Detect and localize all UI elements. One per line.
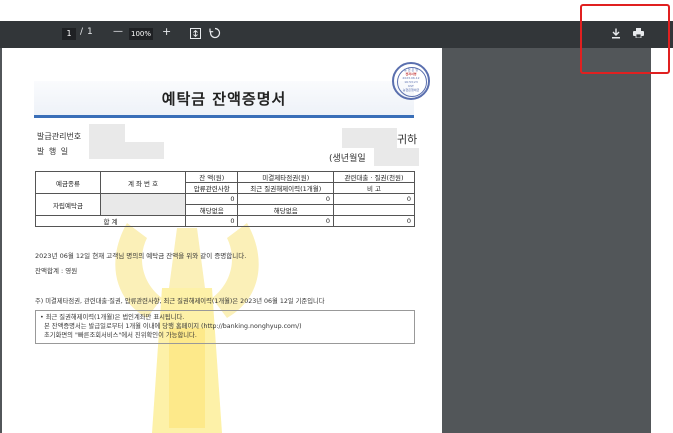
seal-line: 농협은행예금 — [402, 88, 420, 92]
issue-no-label: 발급관리번호 — [37, 132, 82, 141]
footnote-text: 주) 미결제타점권, 관련대출·질권, 압류관련사항, 최근 질권해제이력(1개… — [35, 298, 325, 305]
table-cell: 0 — [184, 215, 239, 227]
table-header: 압류관련사항 — [184, 182, 239, 194]
table-header: 관련대출 · 질권(천원) — [333, 171, 415, 183]
table-cell: 0 — [333, 193, 415, 205]
statement-text: 2023년 06월 12일 현재 고객님 명의의 예탁금 잔액을 위와 같이 증… — [35, 252, 247, 260]
page-number-input[interactable]: 1 — [62, 28, 76, 40]
table-cell: 0 — [333, 215, 415, 227]
table-cell: 0 — [184, 193, 239, 205]
redacted-block — [342, 128, 397, 148]
top-margin — [0, 0, 673, 21]
table-cell: 자립예탁금 — [35, 193, 101, 216]
redacted-block — [374, 148, 419, 166]
table-cell — [333, 204, 415, 216]
zoom-input[interactable]: 100% — [129, 28, 153, 40]
table-header: 최근 질권해제이력(1개월) — [237, 182, 335, 194]
page-separator: / — [80, 27, 84, 37]
table-row: 자립예탁금 0 0 0 — [35, 193, 415, 216]
issue-date-label: 발 행 일 — [37, 147, 70, 156]
zoom-in-button[interactable]: + — [162, 25, 171, 38]
page-total: 1 — [87, 27, 93, 37]
title-banner: 예탁금 잔액증명서 — [34, 81, 414, 118]
table-cell: 0 — [237, 193, 335, 205]
right-margin — [651, 48, 673, 433]
bank-seal: 농 협 은 행 전자서명 2023.06.12 16:53:23 KST 농협은… — [392, 62, 430, 100]
redacted-block — [89, 142, 164, 159]
notice-line: • 최근 질권해제이력(1개월)은 법인계좌만 표시됩니다. — [40, 314, 185, 321]
notice-line: 초기화면의 "빠른조회서비스"에서 진위확인이 가능합니다. — [40, 332, 197, 339]
total-text: 잔액합계 : 영원 — [35, 267, 78, 275]
redacted-account — [100, 193, 186, 216]
table-cell: 0 — [237, 215, 335, 227]
redacted-block — [89, 124, 125, 142]
highlight-box — [580, 4, 670, 74]
balance-table: 예금종류 계 좌 번 호 잔 액(원) 미결제타점권(원) 관련대출 · 질권(… — [35, 171, 415, 227]
table-header: 비 고 — [333, 182, 415, 194]
table-cell: 해당없음 — [184, 204, 239, 216]
table-header: 잔 액(원) — [184, 171, 239, 183]
document-title: 예탁금 잔액증명서 — [161, 90, 287, 108]
table-row: 합 계 0 0 0 — [35, 215, 415, 227]
pdf-page: 예탁금 잔액증명서 농 협 은 행 전자서명 2023.06.12 16:53:… — [2, 48, 442, 433]
pdf-toolbar — [0, 21, 673, 48]
birth-label: (생년월일 — [329, 154, 366, 164]
zoom-out-button[interactable]: — — [113, 26, 123, 37]
notice-box: • 최근 질권해제이력(1개월)은 법인계좌만 표시됩니다. 본 잔액증명서는 … — [35, 310, 415, 344]
table-header: 계 좌 번 호 — [100, 171, 186, 194]
table-header: 미결제타점권(원) — [237, 171, 335, 183]
table-header: 예금종류 — [35, 171, 101, 194]
fit-page-icon[interactable] — [188, 26, 202, 40]
recipient-suffix: 귀하 — [397, 133, 418, 146]
notice-line: 본 잔액증명서는 발급일로부터 1개월 이내에 당행 홈페이지 (http://… — [40, 323, 302, 330]
table-cell: 해당없음 — [237, 204, 335, 216]
rotate-icon[interactable] — [208, 26, 222, 40]
table-cell: 합 계 — [35, 215, 186, 227]
